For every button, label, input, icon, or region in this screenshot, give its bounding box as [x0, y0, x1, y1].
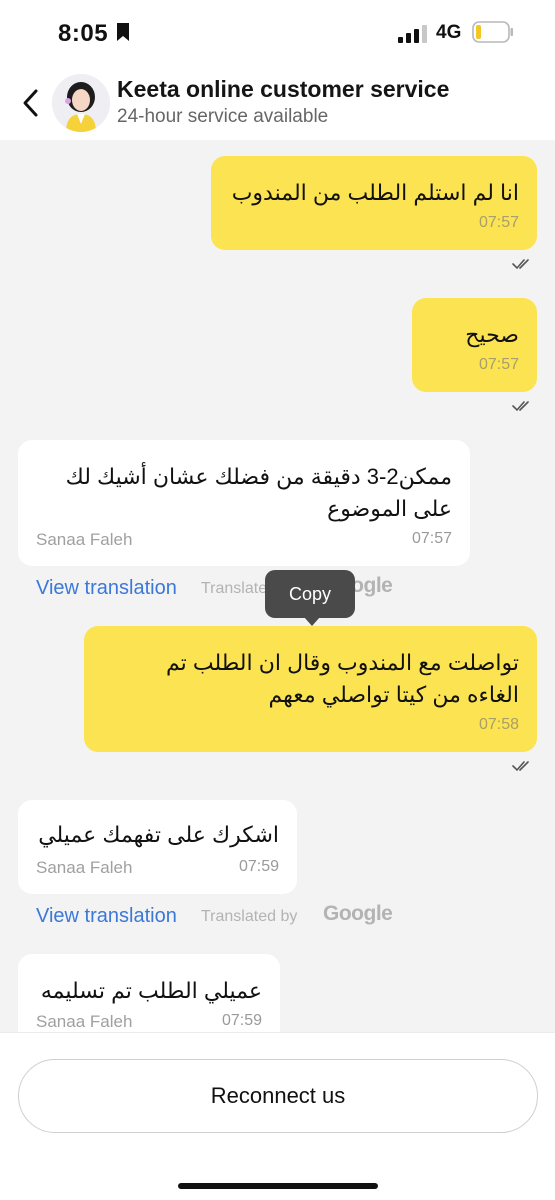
message-time: 07:57: [411, 530, 452, 547]
message-text: صحيح: [465, 322, 519, 347]
message-text: اشكرك على تفهمك عميلي: [38, 822, 279, 847]
message-time: 07:59: [221, 1012, 262, 1029]
message-bubble-agent[interactable]: ممكن2-3 دقيقة من فضلك عشان أشيك لك على ا…: [18, 440, 470, 566]
google-logo: Google: [323, 902, 393, 925]
signal-icon: [398, 25, 427, 43]
status-bar: 8:05 4G: [0, 0, 555, 66]
view-translation-link[interactable]: View translation: [36, 905, 177, 928]
customer-service-avatar: [52, 74, 110, 132]
chevron-left-icon[interactable]: [20, 88, 42, 118]
avatar-icon: [52, 74, 110, 132]
read-receipt-icon: [512, 401, 529, 412]
message-bubble-user[interactable]: تواصلت مع المندوب وقال ان الطلب تم الغاء…: [84, 626, 537, 752]
message-text-line: ممكن2-3 دقيقة من فضلك عشان أشيك لك: [65, 464, 452, 489]
battery-icon: [472, 21, 513, 43]
view-translation-link[interactable]: View translation: [36, 577, 177, 600]
copy-menu-button[interactable]: Copy: [265, 570, 355, 618]
tooltip-arrow: [304, 617, 320, 626]
message-bubble-user[interactable]: انا لم استلم الطلب من المندوب 07:57: [211, 156, 537, 250]
bookmark-icon: [117, 23, 129, 41]
chat-header: Keeta online customer service 24-hour se…: [0, 66, 555, 140]
read-receipt-icon: [512, 761, 529, 772]
message-time: 07:57: [478, 356, 519, 373]
home-indicator[interactable]: [178, 1183, 378, 1189]
message-sender: Sanaa Faleh: [36, 530, 133, 549]
reconnect-button[interactable]: Reconnect us: [18, 1059, 538, 1133]
message-bubble-user[interactable]: صحيح 07:57: [412, 298, 537, 392]
message-bubble-agent[interactable]: اشكرك على تفهمك عميلي Sanaa Faleh 07:59: [18, 800, 297, 894]
message-text-line: الغاءه من كيتا تواصلي معهم: [268, 682, 519, 707]
message-sender: Sanaa Faleh: [36, 1012, 133, 1031]
message-text: انا لم استلم الطلب من المندوب: [231, 180, 519, 205]
message-text-line: تواصلت مع المندوب وقال ان الطلب تم: [166, 650, 519, 675]
chat-title: Keeta online customer service: [117, 76, 450, 102]
message-time: 07:58: [478, 716, 519, 733]
chat-subtitle: 24-hour service available: [117, 106, 329, 127]
network-label: 4G: [436, 22, 462, 43]
translation-row: View translation Translated by Google: [36, 902, 396, 931]
status-time: 8:05: [58, 20, 109, 47]
translated-by-label: Translated by: [201, 908, 298, 925]
message-text: عميلي الطلب تم تسليمه: [40, 978, 262, 1003]
bottom-panel: Reconnect us: [0, 1032, 555, 1200]
read-receipt-icon: [512, 259, 529, 270]
message-sender: Sanaa Faleh: [36, 858, 133, 877]
message-time: 07:57: [478, 214, 519, 231]
message-text-line: على الموضوع: [327, 496, 452, 521]
message-time: 07:59: [238, 858, 279, 875]
